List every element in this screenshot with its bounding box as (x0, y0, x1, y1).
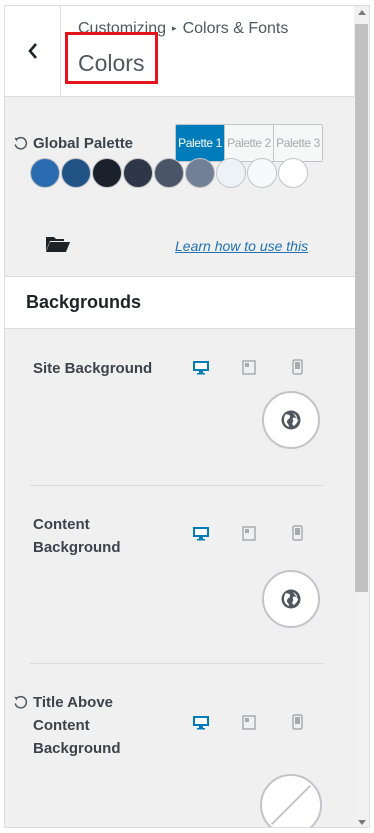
scroll-up-arrow-icon[interactable] (358, 10, 366, 15)
tablet-icon[interactable] (242, 360, 256, 375)
breadcrumb-current: Colors & Fonts (182, 20, 289, 37)
folder-open-icon[interactable] (45, 235, 71, 253)
mobile-icon[interactable] (292, 525, 303, 541)
customizer-panel: Customizing ▸ Colors & Fonts Colors Global… (4, 5, 370, 828)
globe-icon (281, 410, 301, 430)
desktop-icon[interactable] (192, 360, 210, 375)
color-swatch-1[interactable] (30, 158, 60, 188)
title-background-color-button[interactable] (260, 774, 322, 827)
site-background-color-button[interactable] (262, 391, 320, 449)
scrollbar-thumb[interactable] (355, 24, 368, 592)
backgrounds-section-header: Backgrounds (5, 276, 355, 329)
desktop-icon[interactable] (192, 526, 210, 541)
tablet-icon[interactable] (242, 526, 256, 541)
tab-palette-1[interactable]: Palette 1 (176, 125, 224, 161)
title-above-content-background-label: Title Above Content Background (33, 694, 121, 757)
learn-palette-link[interactable]: Learn how to use this (175, 238, 308, 254)
chevron-left-icon (27, 43, 37, 59)
slash-none-icon (270, 784, 312, 826)
scroll-down-arrow-icon[interactable] (358, 820, 366, 825)
content-background-label: Content Background (33, 516, 121, 556)
tab-palette-2[interactable]: Palette 2 (224, 125, 273, 161)
breadcrumb-separator: ▸ (172, 23, 177, 33)
color-swatch-9[interactable] (278, 158, 308, 188)
tab-palette-3[interactable]: Palette 3 (273, 125, 322, 161)
back-button[interactable] (5, 6, 61, 96)
desktop-icon[interactable] (192, 715, 210, 730)
mobile-icon[interactable] (292, 714, 303, 730)
reset-icon[interactable] (13, 695, 28, 710)
color-swatch-6[interactable] (185, 158, 215, 188)
site-background-label: Site Background (33, 360, 153, 377)
section-title: Backgrounds (26, 292, 142, 312)
content-background-color-button[interactable] (262, 570, 320, 628)
scrollbar[interactable] (354, 6, 369, 827)
palette-tabs: Palette 1 Palette 2 Palette 3 (175, 124, 323, 162)
header-bar: Customizing ▸ Colors & Fonts Colors (5, 6, 355, 97)
reset-icon[interactable] (13, 136, 28, 151)
color-swatch-8[interactable] (247, 158, 277, 188)
color-swatch-4[interactable] (123, 158, 153, 188)
tablet-icon[interactable] (242, 715, 256, 730)
mobile-icon[interactable] (292, 359, 303, 375)
color-swatch-3[interactable] (92, 158, 122, 188)
highlight-box (65, 32, 158, 84)
color-swatch-2[interactable] (61, 158, 91, 188)
palette-swatches (30, 158, 308, 188)
row-divider (30, 485, 323, 486)
row-divider (30, 663, 323, 664)
globe-icon (281, 589, 301, 609)
color-swatch-7[interactable] (216, 158, 246, 188)
color-swatch-5[interactable] (154, 158, 184, 188)
global-palette-label: Global Palette (33, 135, 134, 152)
